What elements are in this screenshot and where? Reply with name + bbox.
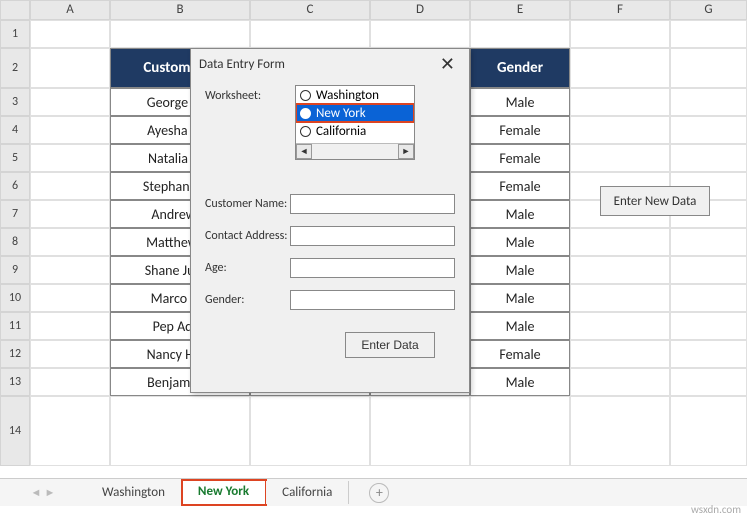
radio-icon	[300, 108, 311, 119]
row-7[interactable]: 7	[0, 200, 30, 228]
row-3[interactable]: 3	[0, 88, 30, 116]
table-row[interactable]: Male	[470, 228, 570, 256]
cell[interactable]	[30, 20, 110, 48]
sheet-tab-bar: ◄ ► Washington New York California +	[0, 478, 747, 506]
row-8[interactable]: 8	[0, 228, 30, 256]
enter-data-button[interactable]: Enter Data	[345, 332, 435, 358]
gender-input[interactable]	[290, 290, 455, 310]
watermark: wsxdn.com	[691, 503, 741, 516]
dialog-titlebar[interactable]: Data Entry Form ✕	[191, 49, 469, 79]
table-row[interactable]: Male	[470, 200, 570, 228]
tab-nav-left-icon[interactable]: ◄	[30, 487, 42, 499]
row-9[interactable]: 9	[0, 256, 30, 284]
row-13[interactable]: 13	[0, 368, 30, 396]
add-sheet-icon[interactable]: +	[369, 483, 389, 503]
col-C[interactable]: C	[250, 0, 370, 20]
worksheet-option-washington[interactable]: Washington	[296, 86, 414, 104]
row-4[interactable]: 4	[0, 116, 30, 144]
contact-address-input[interactable]	[290, 226, 455, 246]
col-E[interactable]: E	[470, 0, 570, 20]
row-10[interactable]: 10	[0, 284, 30, 312]
worksheet-listbox[interactable]: Washington New York California ◄ ►	[295, 85, 415, 160]
table-row[interactable]: Female	[470, 172, 570, 200]
scroll-right-icon[interactable]: ►	[398, 144, 414, 159]
dialog-title-text: Data Entry Form	[199, 57, 285, 72]
age-label: Age:	[205, 261, 290, 275]
customer-name-input[interactable]	[290, 194, 455, 214]
table-row[interactable]: Male	[470, 368, 570, 396]
tab-washington[interactable]: Washington	[86, 481, 182, 504]
table-row[interactable]: Male	[470, 284, 570, 312]
row-1[interactable]: 1	[0, 20, 30, 48]
radio-icon	[300, 126, 311, 137]
col-B[interactable]: B	[110, 0, 250, 20]
worksheet-option-newyork[interactable]: New York	[296, 104, 414, 122]
table-row[interactable]: Female	[470, 116, 570, 144]
worksheet-option-california[interactable]: California	[296, 122, 414, 140]
radio-icon	[300, 90, 311, 101]
table-row[interactable]: Male	[470, 256, 570, 284]
listbox-scrollbar[interactable]: ◄ ►	[296, 143, 414, 159]
worksheet-label: Worksheet:	[205, 85, 295, 103]
close-icon[interactable]: ✕	[434, 53, 461, 75]
corner-cell[interactable]	[0, 0, 30, 20]
col-G[interactable]: G	[670, 0, 747, 20]
row-11[interactable]: 11	[0, 312, 30, 340]
enter-new-data-button[interactable]: Enter New Data	[600, 186, 710, 216]
tab-newyork[interactable]: New York	[182, 480, 266, 505]
customer-name-label: Customer Name:	[205, 197, 290, 211]
col-D[interactable]: D	[370, 0, 470, 20]
tab-california[interactable]: California	[266, 481, 349, 504]
row-14[interactable]: 14	[0, 396, 30, 466]
row-6[interactable]: 6	[0, 172, 30, 200]
col-F[interactable]: F	[570, 0, 670, 20]
contact-address-label: Contact Address:	[205, 229, 290, 243]
table-row[interactable]: Male	[470, 88, 570, 116]
row-2[interactable]: 2	[0, 48, 30, 88]
row-5[interactable]: 5	[0, 144, 30, 172]
gender-label: Gender:	[205, 293, 290, 307]
tab-nav-right-icon[interactable]: ►	[44, 487, 56, 499]
age-input[interactable]	[290, 258, 455, 278]
header-gender[interactable]: Gender	[470, 48, 570, 88]
table-row[interactable]: Male	[470, 312, 570, 340]
table-row[interactable]: Female	[470, 340, 570, 368]
scroll-left-icon[interactable]: ◄	[296, 144, 312, 159]
table-row[interactable]: Female	[470, 144, 570, 172]
row-12[interactable]: 12	[0, 340, 30, 368]
col-A[interactable]: A	[30, 0, 110, 20]
data-entry-form-dialog: Data Entry Form ✕ Worksheet: Washington …	[190, 48, 470, 393]
